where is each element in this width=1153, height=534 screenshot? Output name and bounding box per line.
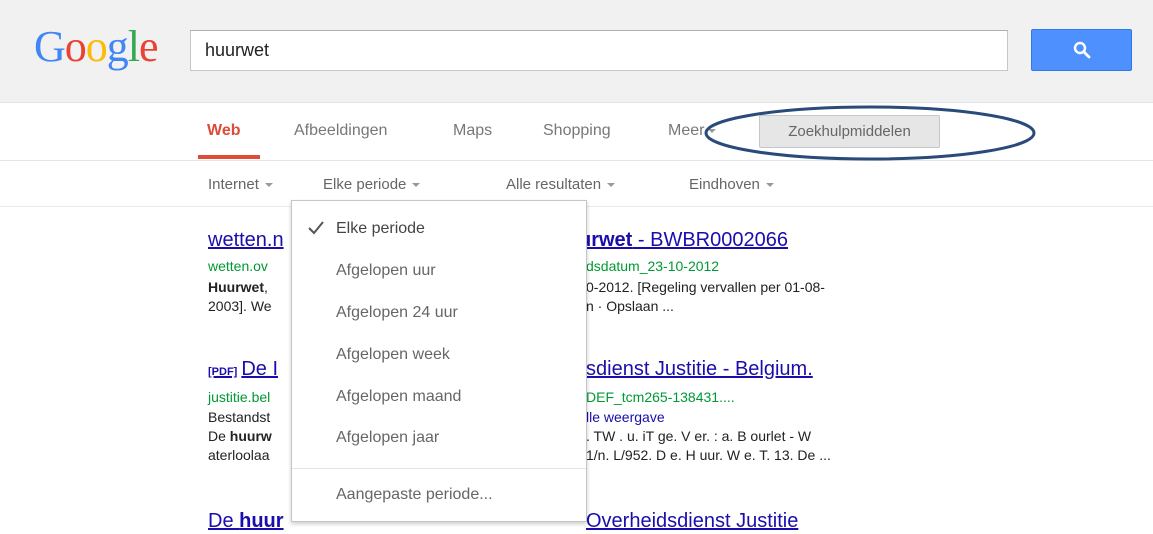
result-snippet-2b-bold: huurw [229, 428, 272, 444]
result-snippet-1b-right: n · Opslaan ... [586, 298, 674, 314]
result-snippet-2b-right: . TW . u. iT ge. V er. : a. B ourlet - W [586, 428, 812, 444]
result-title-3-left[interactable]: De huur [208, 510, 284, 533]
chevron-down-icon [708, 128, 717, 133]
result-snippet-2b-text: De [208, 428, 230, 444]
checkmark-icon [308, 221, 324, 235]
tab-more[interactable]: Meer [668, 122, 717, 140]
tab-afbeeldingen[interactable]: Afbeeldingen [294, 122, 387, 140]
filter-internet[interactable]: Internet [208, 176, 273, 193]
result-title-3-bold: huur [239, 510, 284, 532]
result-snippet-1a-left: Huurwet, [208, 278, 268, 297]
period-option-year[interactable]: Afgelopen jaar [336, 429, 439, 447]
result-url-1-left: wetten.ov [208, 258, 268, 274]
tab-web[interactable]: Web [207, 122, 240, 140]
period-option-hour[interactable]: Afgelopen uur [336, 262, 436, 280]
period-option-24h[interactable]: Afgelopen 24 uur [336, 304, 458, 322]
period-option-custom[interactable]: Aangepaste periode... [336, 486, 493, 504]
result-title-2-left[interactable]: [PDF] De I [208, 358, 278, 381]
filter-period-label: Elke periode [323, 176, 407, 193]
header-bar: Google [0, 0, 1153, 103]
filter-results[interactable]: Alle resultaten [506, 176, 616, 193]
filter-location-label: Eindhoven [689, 176, 760, 193]
result-url-2-left: justitie.bel [208, 389, 271, 405]
search-tools-button[interactable]: Zoekhulpmiddelen [759, 115, 940, 148]
chevron-down-icon [765, 183, 774, 188]
result-snippet-1a-bold: Huurwet [208, 279, 264, 295]
result-snippet-2c-left: aterloolaa [208, 447, 270, 463]
tab-maps[interactable]: Maps [453, 122, 492, 140]
result-title-1-left[interactable]: wetten.n [208, 229, 284, 252]
google-logo[interactable]: Google [34, 22, 159, 72]
result-title-1-bold: urwet [579, 229, 633, 251]
period-dropdown-menu: Elke periode Afgelopen uur Afgelopen 24 … [291, 200, 587, 522]
filter-period[interactable]: Elke periode [323, 176, 421, 193]
chevron-down-icon [607, 183, 616, 188]
result-snippet-2a-left: Bestandst [208, 409, 271, 425]
search-button[interactable] [1031, 29, 1132, 71]
filter-results-label: Alle resultaten [506, 176, 602, 193]
result-title-3-text: De [208, 510, 240, 532]
result-snippet-2c-right: 1/n. L/952. D e. H uur. W e. T. 13. De .… [586, 447, 831, 463]
period-option-week[interactable]: Afgelopen week [336, 346, 450, 364]
search-box[interactable] [190, 30, 1008, 71]
filter-location[interactable]: Eindhoven [689, 176, 774, 193]
period-option-any[interactable]: Elke periode [336, 220, 425, 238]
result-url-1-right: dsdatum_23-10-2012 [586, 258, 720, 274]
search-input[interactable] [191, 31, 1007, 70]
result-title-2-right[interactable]: sdienst Justitie - Belgium. [586, 358, 813, 381]
result-url-2-right: DEF_tcm265-138431.... [586, 389, 735, 405]
result-snippet-1a-right: 0-2012. [Regeling vervallen per 01-08- [586, 279, 825, 295]
result-snippet-1a-text: , [264, 279, 268, 295]
chevron-down-icon [412, 183, 421, 188]
result-title-1-rest: - BWBR0002066 [632, 229, 788, 251]
result-title-1-right[interactable]: urwet - BWBR0002066 [579, 229, 788, 252]
result-full-view-link[interactable]: lle weergave [586, 408, 665, 427]
search-icon [1073, 41, 1090, 59]
period-option-month[interactable]: Afgelopen maand [336, 388, 461, 406]
filter-internet-label: Internet [208, 176, 259, 193]
result-title-2-text: De I [241, 358, 279, 380]
chevron-down-icon [264, 183, 273, 188]
tab-more-label: Meer [668, 122, 705, 139]
search-nav: Web Afbeeldingen Maps Shopping Meer [0, 103, 1153, 161]
tab-shopping[interactable]: Shopping [543, 122, 611, 140]
result-snippet-1b-left: 2003]. We [208, 298, 272, 314]
result-snippet-2b-left: De huurw [208, 427, 272, 446]
result-title-3-right[interactable]: Overheidsdienst Justitie [586, 510, 798, 533]
active-tab-indicator [198, 155, 260, 159]
dropdown-divider [292, 468, 586, 469]
pdf-tag: [PDF] [208, 366, 238, 378]
